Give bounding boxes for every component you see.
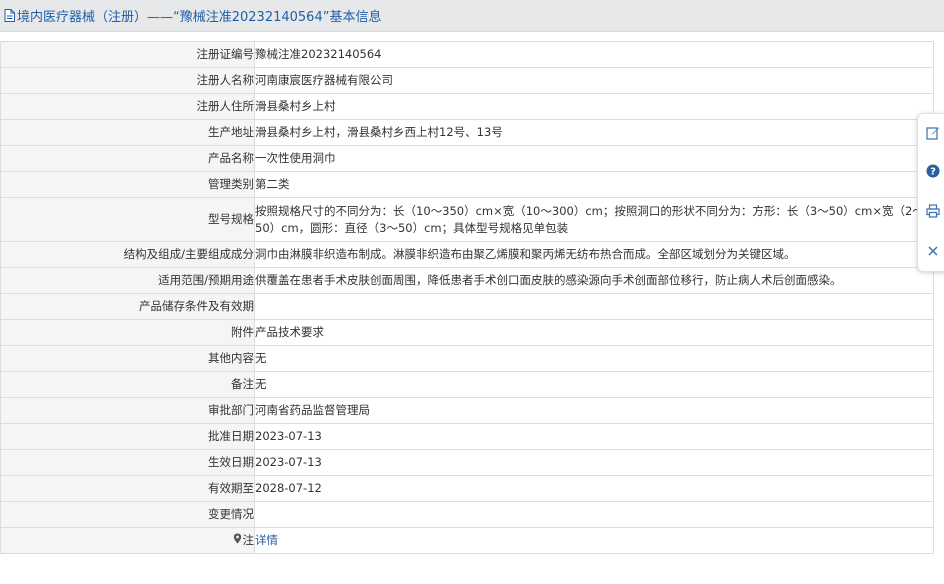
field-value: 滑县桑村乡上村 [254, 93, 934, 120]
table-row: 有效期至 2028-07-12 [0, 475, 934, 502]
table-row: 审批部门 河南省药品监督管理局 [0, 397, 934, 424]
table-row: 其他内容 无 [0, 345, 934, 372]
field-value: 按照规格尺寸的不同分为：长（10～350）cm×宽（10～300）cm；按照洞口… [254, 197, 934, 242]
table-row: 产品名称 一次性使用洞巾 [0, 145, 934, 172]
field-label: 其他内容 [0, 345, 255, 372]
pin-icon [233, 532, 242, 549]
field-label: 审批部门 [0, 397, 255, 424]
field-label: 批准日期 [0, 423, 255, 450]
table-row: 产品储存条件及有效期 [0, 293, 934, 320]
field-label: 注册人名称 [0, 67, 255, 94]
table-row: 生产地址 滑县桑村乡上村，滑县桑村乡西上村12号、13号 [0, 119, 934, 146]
edit-button[interactable] [918, 118, 944, 148]
table-row: 备注 无 [0, 371, 934, 398]
field-label: 备注 [0, 371, 255, 398]
field-value: 2023-07-13 [254, 423, 934, 450]
field-label: 注册证编号 [0, 41, 255, 68]
field-value: 2028-07-12 [254, 475, 934, 502]
field-value: 洞巾由淋膜非织造布制成。淋膜非织造布由聚乙烯膜和聚丙烯无纺布热合而成。全部区域划… [254, 241, 934, 268]
field-value [254, 293, 934, 320]
field-value: 一次性使用洞巾 [254, 145, 934, 172]
table-row: 注册证编号 豫械注准20232140564 [0, 41, 934, 68]
details-link[interactable]: 详情 [255, 533, 278, 547]
field-label: 生效日期 [0, 449, 255, 476]
help-icon: ? [926, 164, 940, 178]
table-row: 管理类别 第二类 [0, 171, 934, 198]
table-row: 变更情况 [0, 501, 934, 528]
field-label: 管理类别 [0, 171, 255, 198]
field-value: 产品技术要求 [254, 319, 934, 346]
field-label: 变更情况 [0, 501, 255, 528]
floating-toolbar: ? [917, 113, 944, 272]
field-label: 型号规格 [0, 197, 255, 242]
help-button[interactable]: ? [918, 156, 944, 186]
document-icon [2, 9, 16, 23]
field-label: 适用范围/预期用途 [0, 267, 255, 294]
table-row: 生效日期 2023-07-13 [0, 449, 934, 476]
print-button[interactable] [918, 196, 944, 226]
table-row: 适用范围/预期用途 供覆盖在患者手术皮肤创面周围，降低患者手术创口面皮肤的感染源… [0, 267, 934, 294]
field-value: 供覆盖在患者手术皮肤创面周围，降低患者手术创口面皮肤的感染源向手术创面部位移行，… [254, 267, 934, 294]
table-row: 注册人名称 河南康宸医疗器械有限公司 [0, 67, 934, 94]
field-value: 豫械注准20232140564 [254, 41, 934, 68]
field-label: 产品储存条件及有效期 [0, 293, 255, 320]
field-value: 河南康宸医疗器械有限公司 [254, 67, 934, 94]
table-row: 型号规格 按照规格尺寸的不同分为：长（10～350）cm×宽（10～300）cm… [0, 197, 934, 242]
print-icon [926, 204, 940, 218]
field-value: 第二类 [254, 171, 934, 198]
close-button[interactable] [918, 236, 944, 266]
page-title: 境内医疗器械（注册）——“豫械注准20232140564”基本信息 [17, 10, 382, 25]
field-label: 有效期至 [0, 475, 255, 502]
field-value: 滑县桑村乡上村，滑县桑村乡西上村12号、13号 [254, 119, 934, 146]
field-value: 河南省药品监督管理局 [254, 397, 934, 424]
notice-label: 注 [242, 533, 255, 547]
table-row: 结构及组成/主要组成成分 洞巾由淋膜非织造布制成。淋膜非织造布由聚乙烯膜和聚丙烯… [0, 241, 934, 268]
table-row: 注册人住所 滑县桑村乡上村 [0, 93, 934, 120]
field-label: 附件 [0, 319, 255, 346]
field-label: 结构及组成/主要组成成分 [0, 241, 255, 268]
field-value: 无 [254, 345, 934, 372]
field-label: 产品名称 [0, 145, 255, 172]
svg-text:?: ? [930, 167, 936, 178]
field-value [254, 501, 934, 528]
title-bar: 境内医疗器械（注册）——“豫械注准20232140564”基本信息 [0, 0, 944, 32]
info-table: 注册证编号 豫械注准20232140564 注册人名称 河南康宸医疗器械有限公司… [0, 41, 934, 554]
field-label: 注册人住所 [0, 93, 255, 120]
table-row: 附件 产品技术要求 [0, 319, 934, 346]
table-row: 批准日期 2023-07-13 [0, 423, 934, 450]
field-value: 2023-07-13 [254, 449, 934, 476]
table-row: 注 详情 [0, 527, 934, 554]
field-label: 生产地址 [0, 119, 255, 146]
edit-icon [926, 126, 940, 140]
notice-label-cell: 注 [0, 527, 255, 554]
notice-value: 详情 [254, 527, 934, 554]
field-value: 无 [254, 371, 934, 398]
close-icon [927, 245, 939, 257]
